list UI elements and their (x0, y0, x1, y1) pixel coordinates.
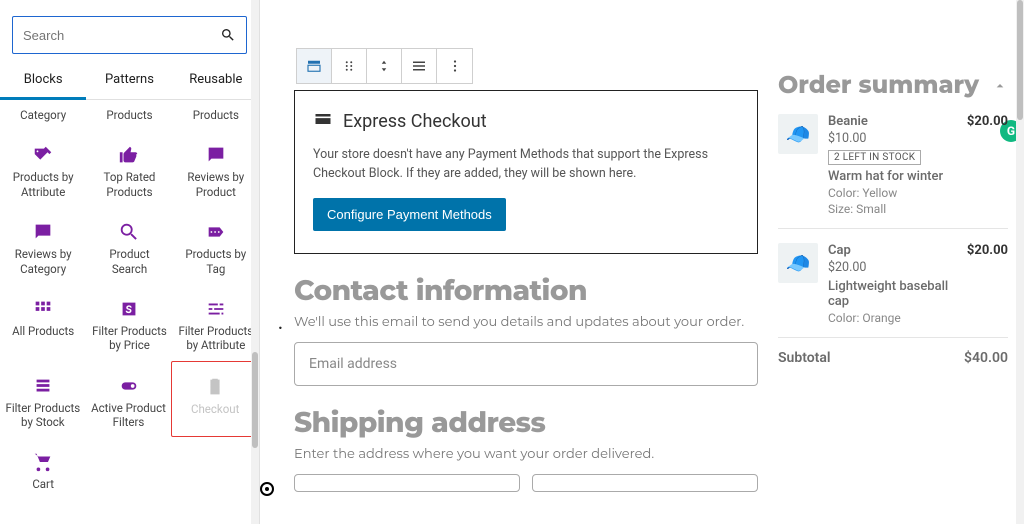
item-thumbnail: 🧢 (778, 114, 818, 154)
toggle-icon (90, 371, 168, 401)
item-thumbnail: 🧢 (778, 243, 818, 283)
item-unit-price: $10.00 (828, 131, 957, 146)
chat-edit-icon (4, 217, 82, 247)
toolbar-align-button[interactable] (402, 49, 437, 83)
toolbar-move-arrows[interactable] (367, 49, 402, 83)
tag-dots-icon (177, 217, 255, 247)
item-line-price: $20.00 (967, 114, 1008, 216)
block-reviews-by-product[interactable]: Reviews by Product (173, 130, 259, 207)
contact-heading: Contact information (294, 274, 758, 308)
card-icon (313, 109, 333, 134)
first-name-field[interactable] (294, 474, 520, 492)
tab-blocks[interactable]: Blocks (0, 62, 86, 99)
subtotal-value: $40.00 (964, 350, 1008, 366)
block-cart[interactable]: Cart (0, 437, 86, 499)
block-peek[interactable]: Category (0, 104, 86, 130)
block-grid[interactable]: Category Products Products Products by A… (0, 100, 259, 524)
express-checkout-block[interactable]: Express Checkout Your store doesn't have… (294, 90, 758, 254)
thumb-up-icon (90, 140, 168, 170)
block-products-by-attribute[interactable]: Products by Attribute (0, 130, 86, 207)
search-input[interactable] (23, 28, 220, 43)
block-top-rated-products[interactable]: Top Rated Products (86, 130, 172, 207)
block-active-filters[interactable]: Active Product Filters (86, 361, 172, 438)
editor-scrollbar-thumb[interactable] (1017, 0, 1023, 120)
block-peek[interactable]: Products (173, 104, 259, 130)
item-name: Cap (828, 243, 957, 258)
last-name-field[interactable] (532, 474, 758, 492)
inserter-tabs: Blocks Patterns Reusable (0, 62, 259, 100)
shipping-description: Enter the address where you want your or… (294, 446, 758, 462)
sidebar-scrollbar-thumb[interactable] (252, 352, 258, 448)
sliders-icon (177, 294, 255, 324)
tab-reusable[interactable]: Reusable (173, 62, 259, 99)
block-product-search[interactable]: Product Search (86, 207, 172, 284)
editor-canvas: Demo G Express Checkout Your store doesn… (260, 0, 1024, 524)
grid-icon (4, 294, 82, 324)
toolbar-block-type-button[interactable] (297, 49, 332, 83)
clipboard-icon (176, 372, 254, 402)
express-checkout-title: Express Checkout (343, 111, 487, 132)
configure-payment-methods-button[interactable]: Configure Payment Methods (313, 198, 506, 231)
block-filter-by-stock[interactable]: Filter Products by Stock (0, 361, 86, 438)
search-icon (90, 217, 168, 247)
item-unit-price: $20.00 (828, 260, 957, 275)
subtotal-row: Subtotal $40.00 (778, 338, 1008, 366)
cart-item: 🧢 Cap $20.00 Lightweight baseball cap Co… (778, 229, 1008, 338)
block-products-by-tag[interactable]: Products by Tag (173, 207, 259, 284)
block-search-box[interactable] (12, 16, 247, 54)
block-peek[interactable]: Products (86, 104, 172, 130)
block-checkout[interactable]: Checkout (171, 361, 259, 438)
toolbar-drag-handle[interactable] (332, 49, 367, 83)
block-inserter-sidebar: Blocks Patterns Reusable Category Produc… (0, 0, 260, 524)
item-description: Warm hat for winter (828, 169, 957, 184)
price-icon (90, 294, 168, 324)
tab-patterns[interactable]: Patterns (86, 62, 172, 99)
order-summary-column: Order summary 🧢 Beanie $10.00 2 LEFT IN … (778, 56, 1008, 524)
block-filter-by-attribute[interactable]: Filter Products by Attribute (173, 284, 259, 361)
tag-stack-icon (4, 140, 82, 170)
toolbar-more-button[interactable] (437, 49, 472, 83)
stock-badge: 2 LEFT IN STOCK (828, 150, 921, 165)
cart-item: 🧢 Beanie $10.00 2 LEFT IN STOCK Warm hat… (778, 100, 1008, 229)
editor-scrollbar[interactable] (1016, 0, 1024, 524)
block-filter-by-price[interactable]: Filter Products by Price (86, 284, 172, 361)
chevron-up-icon[interactable] (992, 78, 1008, 94)
app-root: Blocks Patterns Reusable Category Produc… (0, 0, 1024, 524)
item-line-price: $20.00 (967, 243, 1008, 325)
subtotal-label: Subtotal (778, 350, 831, 366)
contact-description: We'll use this email to send you details… (294, 314, 758, 330)
search-icon (220, 27, 236, 43)
shipping-heading: Shipping address (294, 406, 758, 440)
express-checkout-desc: Your store doesn't have any Payment Meth… (313, 146, 733, 184)
email-field[interactable]: Email address (294, 342, 758, 386)
block-reviews-by-category[interactable]: Reviews by Category (0, 207, 86, 284)
item-name: Beanie (828, 114, 957, 129)
order-summary-heading: Order summary (778, 72, 979, 100)
item-meta: Size: Small (828, 202, 957, 216)
list-marker-icon (260, 482, 274, 496)
checkout-main-column: Express Checkout Your store doesn't have… (266, 56, 758, 524)
chat-icon (177, 140, 255, 170)
block-toolbar (296, 48, 473, 84)
stock-icon (4, 371, 82, 401)
item-description: Lightweight baseball cap (828, 279, 957, 309)
cart-icon (4, 447, 82, 477)
block-all-products[interactable]: All Products (0, 284, 86, 361)
item-meta: Color: Yellow (828, 186, 957, 200)
item-meta: Color: Orange (828, 311, 957, 325)
name-fields-row (294, 474, 758, 492)
sidebar-scrollbar[interactable] (251, 0, 259, 524)
